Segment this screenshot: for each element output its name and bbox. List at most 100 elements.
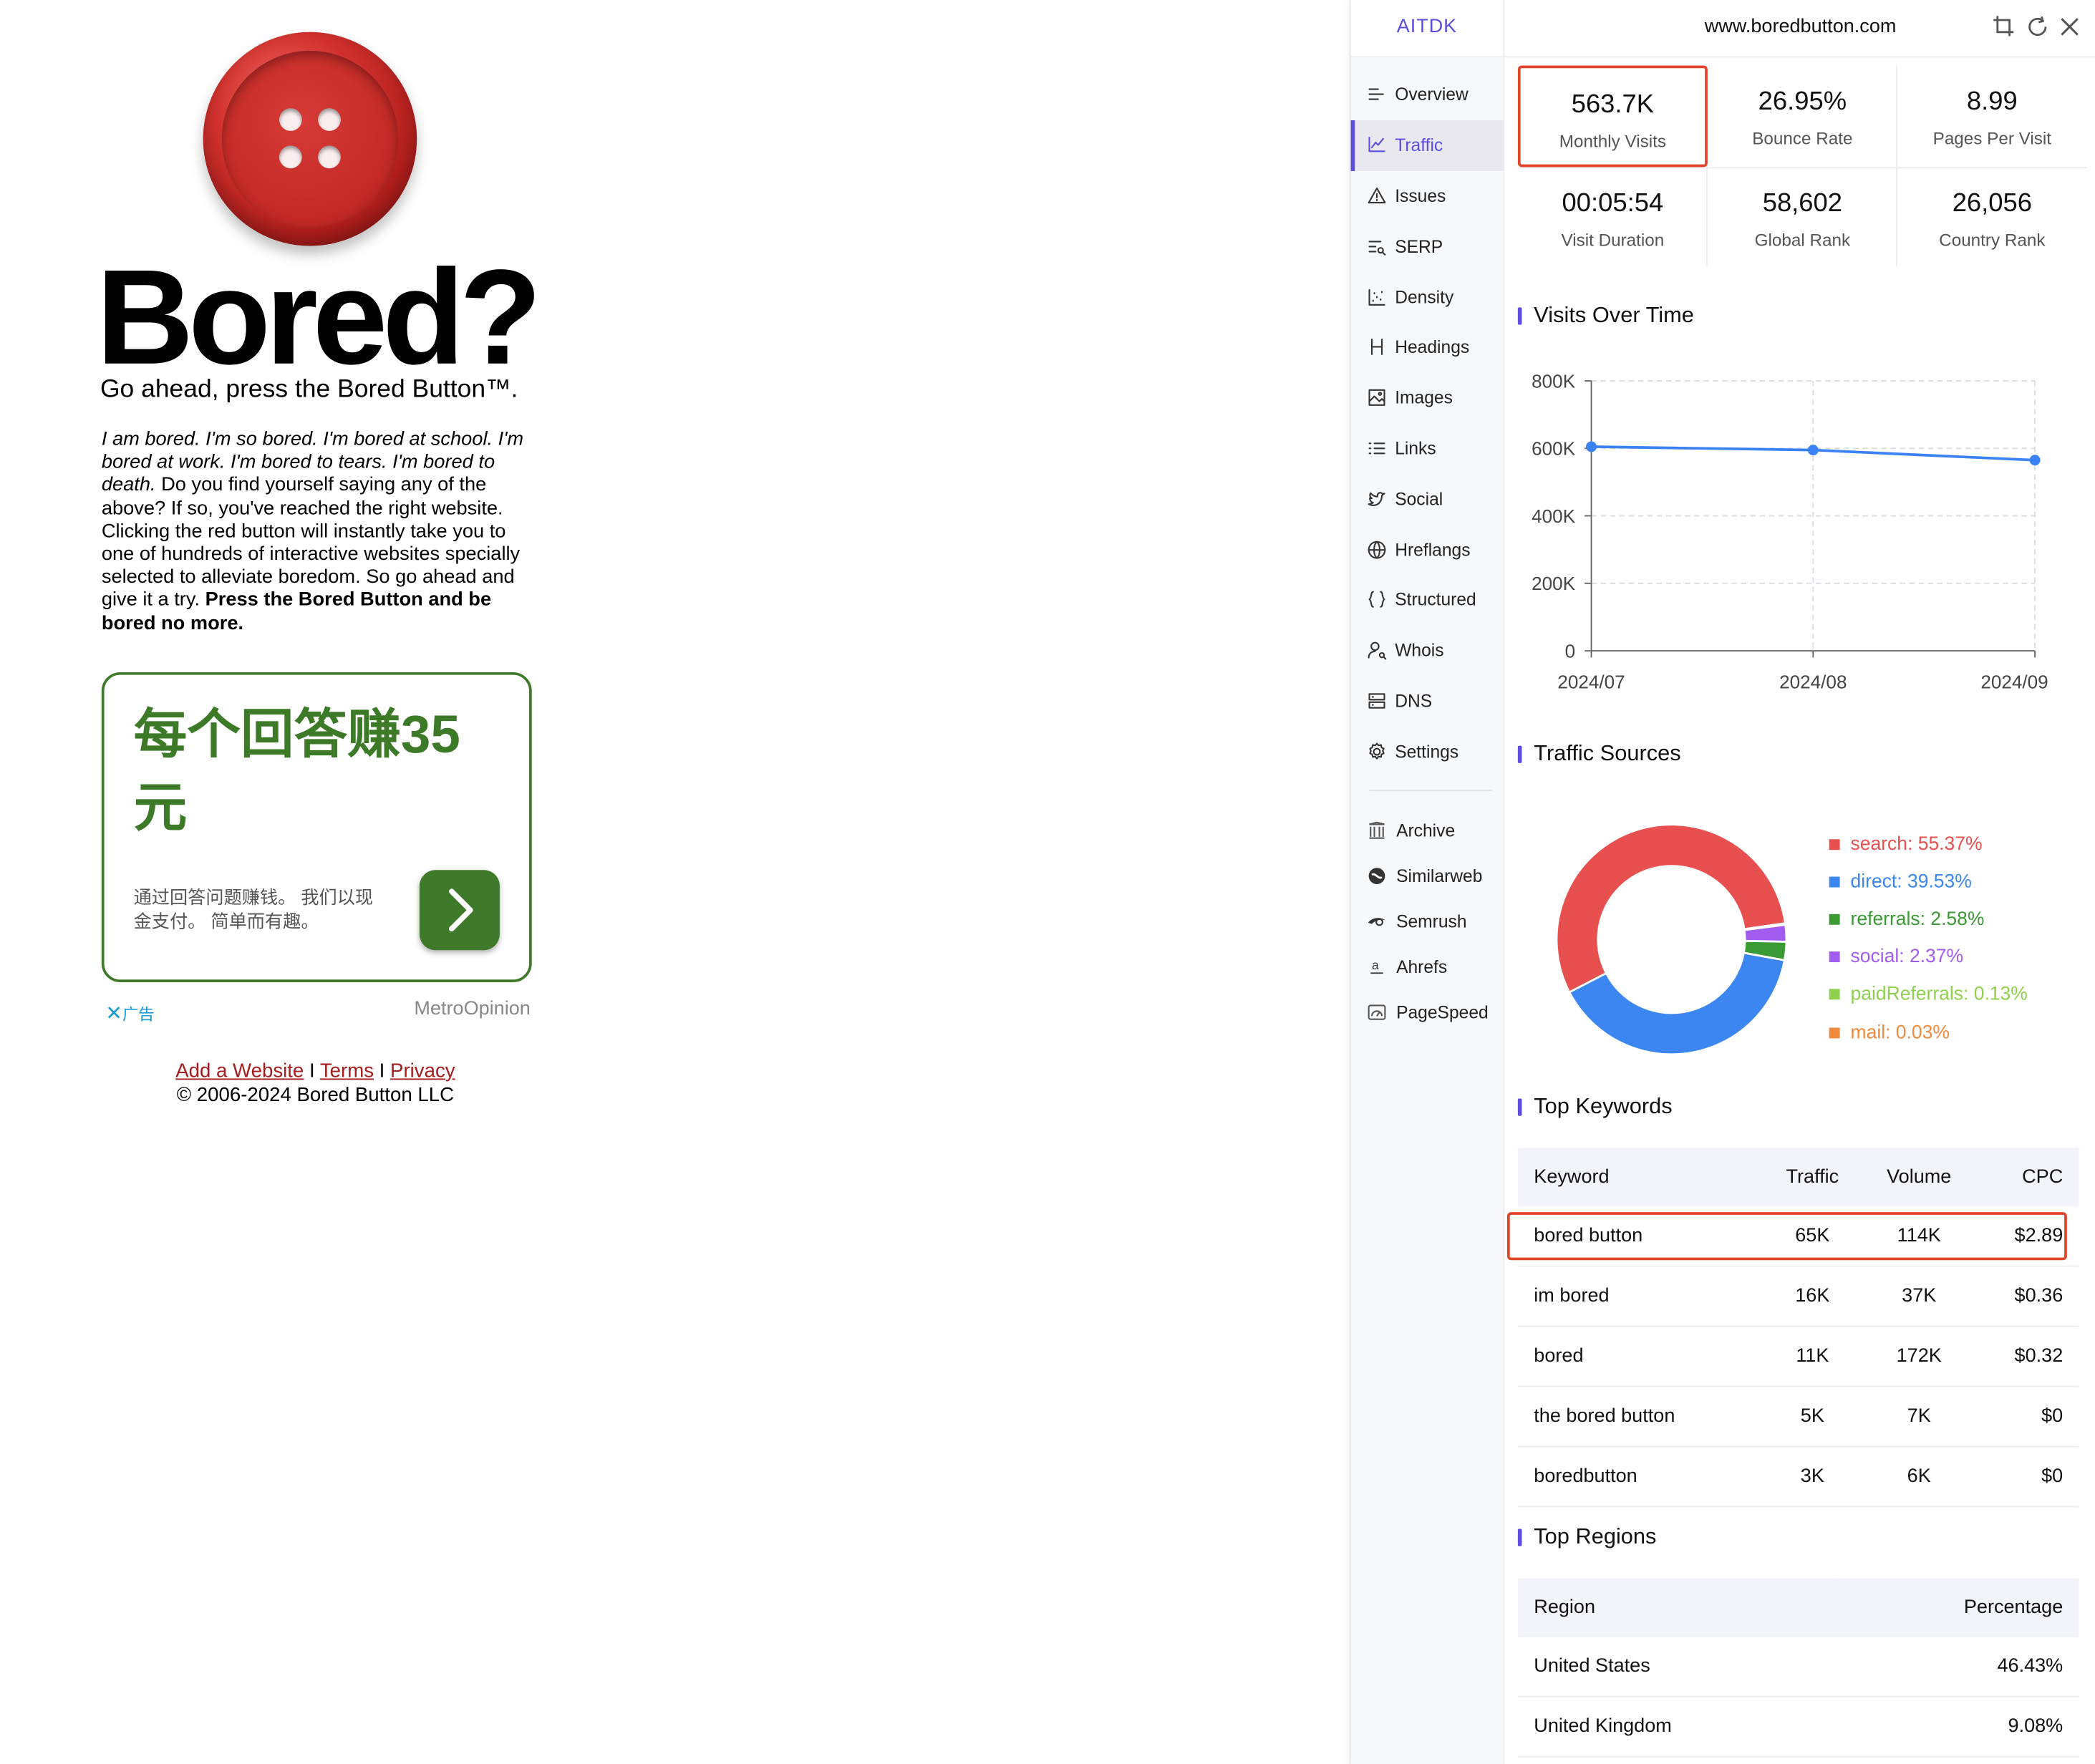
nav-item-headings[interactable]: Headings	[1351, 322, 1504, 373]
list-icon	[1368, 442, 1385, 455]
add-website-link[interactable]: Add a Website	[175, 1061, 304, 1082]
column-header[interactable]: Traffic	[1758, 1148, 1866, 1207]
nav-item-links[interactable]: Links	[1351, 423, 1504, 474]
bored-red-button[interactable]	[203, 32, 417, 246]
stat-value: 563.7K	[1571, 89, 1655, 120]
terms-link[interactable]: Terms	[320, 1061, 374, 1082]
stat-card: 563.7K Monthly Visits	[1517, 65, 1708, 168]
nav-item-images[interactable]: Images	[1351, 372, 1504, 423]
column-header[interactable]: CPC	[1972, 1148, 2079, 1207]
stat-card: 8.99 Pages Per Visit	[1897, 65, 2087, 167]
stat-card: 26.95% Bounce Rate	[1708, 65, 1897, 167]
globe-icon	[1368, 540, 1386, 558]
stat-value: 8.99	[1966, 87, 2018, 117]
bored-button-site: Bored? Go ahead, press the Bored Button™…	[0, 0, 1350, 1764]
y-tick-label: 200K	[1532, 573, 1576, 594]
traffic-sources-legend: search: 55.37% direct: 39.53% referrals: 2…	[1829, 826, 2028, 1052]
legend-item[interactable]: mail: 0.03%	[1829, 1014, 2028, 1051]
legend-label: paidReferrals: 0.13%	[1850, 984, 2028, 1006]
nav-item-label: Links	[1395, 438, 1436, 459]
nav-item-label: Overview	[1395, 84, 1469, 105]
y-tick-label: 600K	[1532, 438, 1576, 460]
ad-arrow-button[interactable]	[419, 870, 500, 951]
legend-item[interactable]: referrals: 2.58%	[1829, 901, 2028, 939]
button-rim	[221, 50, 399, 228]
button-hole	[318, 145, 341, 169]
refresh-icon[interactable]	[2026, 15, 2050, 39]
nav-item-overview[interactable]: Overview	[1351, 69, 1504, 120]
nav-item-structured[interactable]: Structured	[1351, 575, 1504, 626]
stat-value: 26,056	[1952, 188, 2033, 218]
visits-point[interactable]	[1807, 445, 1819, 456]
button-hole	[318, 108, 341, 131]
nav-item-label: Issues	[1395, 185, 1446, 206]
close-icon[interactable]	[2058, 15, 2082, 39]
nav-item-issues[interactable]: Issues	[1351, 170, 1504, 221]
stat-value: 26.95%	[1758, 87, 1847, 117]
legend-item[interactable]: search: 55.37%	[1829, 826, 2028, 863]
nav-item-social[interactable]: Social	[1351, 474, 1504, 525]
nav-item-whois[interactable]: Whois	[1351, 625, 1504, 676]
stat-card: 26,056 Country Rank	[1897, 167, 2087, 268]
table-row[interactable]: United States 46.43%	[1517, 1637, 2079, 1697]
ad-body: 通过回答问题赚钱。 我们以现金支付。 简单而有趣。	[133, 887, 374, 932]
table-row[interactable]: United Kingdom 9.08%	[1517, 1696, 2079, 1758]
external-link-archive[interactable]: Archive	[1351, 808, 1504, 853]
table-row[interactable]: im bored 16K 37K $0.36	[1517, 1266, 2079, 1327]
column-header[interactable]: Keyword	[1517, 1148, 1759, 1207]
ad-close[interactable]: ✕广告	[105, 1001, 154, 1025]
table-row[interactable]: bored 11K 172K $0.32	[1517, 1326, 2079, 1387]
column-header[interactable]: Region	[1517, 1578, 1839, 1637]
table-header-row: Keyword Traffic Volume CPC	[1517, 1148, 2079, 1207]
twitter-icon	[1368, 491, 1385, 506]
legend-label: search: 55.37%	[1850, 833, 1983, 856]
button-hole	[279, 108, 302, 131]
x-tick-label: 2024/08	[1779, 671, 1847, 692]
legend-swatch	[1829, 839, 1840, 850]
keywords-title: Top Keywords	[1517, 1095, 1673, 1120]
nav-item-label: Traffic	[1395, 135, 1443, 155]
nav-item-dns[interactable]: DNS	[1351, 676, 1504, 727]
table-row[interactable]: bored button 65K 114K $2.89	[1517, 1206, 2079, 1267]
nav-item-traffic[interactable]: Traffic	[1350, 120, 1504, 171]
nav-item-label: SERP	[1395, 236, 1443, 256]
column-header[interactable]: Volume	[1865, 1148, 1973, 1207]
external-link-pagespeed[interactable]: PageSpeed	[1351, 989, 1504, 1034]
svg-text:a: a	[1372, 958, 1379, 972]
nav-item-settings[interactable]: Settings	[1351, 726, 1504, 777]
visits-point[interactable]	[1586, 441, 1597, 452]
nav-item-serp[interactable]: SERP	[1351, 221, 1504, 272]
privacy-link[interactable]: Privacy	[390, 1061, 455, 1082]
external-tools: Archive Similarweb Semrush a Ahrefs PageSpeed	[1351, 808, 1504, 1034]
brand-logo[interactable]: AITDK	[1350, 0, 1504, 58]
ad-sponsor[interactable]: MetroOpinion	[414, 998, 530, 1019]
pagespeed-icon	[1367, 1002, 1387, 1022]
nav-item-hreflangs[interactable]: Hreflangs	[1351, 524, 1504, 575]
visits-point[interactable]	[2029, 455, 2041, 466]
external-link-similarweb[interactable]: Similarweb	[1351, 853, 1504, 898]
legend-label: referrals: 2.58%	[1850, 908, 1985, 931]
crop-icon[interactable]	[1992, 15, 2016, 39]
copyright: © 2006-2024 Bored Button LLC	[176, 1084, 455, 1106]
nav-item-label: Hreflangs	[1395, 539, 1471, 560]
traffic-sources-donut	[1555, 823, 1788, 1056]
legend-label: mail: 0.03%	[1850, 1022, 1950, 1043]
density-icon	[1368, 289, 1385, 306]
legend-label: direct: 39.53%	[1850, 871, 1972, 893]
external-link-ahrefs[interactable]: a Ahrefs	[1351, 944, 1504, 989]
legend-item[interactable]: social: 2.37%	[1829, 939, 2028, 976]
table-cell: 5K	[1758, 1386, 1866, 1448]
stat-card: 00:05:54 Visit Duration	[1518, 167, 1708, 268]
table-cell: 65K	[1758, 1206, 1866, 1267]
legend-item[interactable]: paidReferrals: 0.13%	[1829, 976, 2028, 1013]
legend-swatch	[1829, 989, 1840, 1001]
table-cell: boredbutton	[1517, 1446, 1759, 1508]
semrush-icon	[1367, 911, 1387, 931]
external-link-semrush[interactable]: Semrush	[1351, 899, 1504, 944]
legend-item[interactable]: direct: 39.53%	[1829, 863, 2028, 901]
table-row[interactable]: boredbutton 3K 6K $0	[1517, 1446, 2079, 1508]
column-header[interactable]: Percentage	[1838, 1578, 2079, 1637]
nav-item-density[interactable]: Density	[1351, 271, 1504, 322]
ad-banner[interactable]: 每个回答赚35元 通过回答问题赚钱。 我们以现金支付。 简单而有趣。	[101, 672, 532, 983]
table-row[interactable]: the bored button 5K 7K $0	[1517, 1386, 2079, 1448]
